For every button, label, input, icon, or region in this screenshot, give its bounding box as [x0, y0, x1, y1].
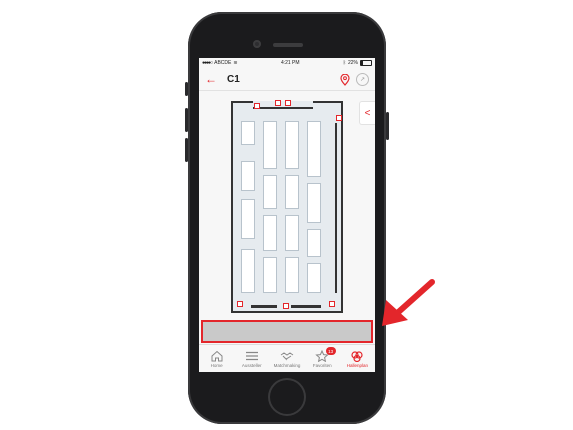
- battery-icon: [359, 60, 372, 66]
- red-arrow-annotation-icon: [382, 279, 435, 326]
- tab-aussteller[interactable]: Aussteller: [234, 345, 269, 372]
- phone-frame: ●●●●○ ABCDE ≋ 4:21 PM ᛒ 22% ← C1 ↗ < Hom…: [185, 12, 389, 424]
- volume-up-button: [185, 108, 188, 132]
- location-pin-icon[interactable]: [340, 73, 350, 86]
- nav-bar: ← C1 ↗: [199, 68, 375, 91]
- status-bar: ●●●●○ ABCDE ≋ 4:21 PM ᛒ 22%: [199, 58, 375, 68]
- status-time: 4:21 PM: [280, 60, 300, 66]
- stand[interactable]: [307, 229, 321, 257]
- page-title: C1: [227, 73, 240, 85]
- stand[interactable]: [241, 249, 255, 293]
- stand[interactable]: [285, 175, 299, 209]
- hall-exit-bottom: [251, 305, 277, 308]
- stand[interactable]: [263, 121, 277, 169]
- earpiece-speaker: [273, 43, 303, 47]
- hall-entrance-top: [253, 101, 313, 109]
- battery-percent: 22%: [347, 60, 358, 66]
- stand[interactable]: [307, 263, 321, 293]
- highlighted-empty-area: [201, 320, 373, 343]
- stand[interactable]: [285, 215, 299, 251]
- stand[interactable]: [263, 215, 277, 251]
- tab-matchmaking[interactable]: Matchmaking: [269, 345, 304, 372]
- stand[interactable]: [263, 257, 277, 293]
- back-button[interactable]: ←: [205, 73, 217, 85]
- map-marker[interactable]: [254, 103, 260, 109]
- tab-label: Matchmaking: [273, 363, 301, 368]
- stand[interactable]: [285, 121, 299, 169]
- mute-switch: [185, 82, 188, 96]
- tab-favoriten[interactable]: 13 Favoriten: [305, 345, 340, 372]
- tab-label: Aussteller: [241, 363, 262, 368]
- map-marker[interactable]: [283, 303, 289, 309]
- home-button[interactable]: [270, 380, 304, 414]
- map-marker[interactable]: [275, 100, 281, 106]
- map-marker[interactable]: [336, 115, 342, 121]
- map-marker[interactable]: [329, 301, 335, 307]
- hall-floorplan[interactable]: [231, 100, 343, 313]
- stand[interactable]: [285, 257, 299, 293]
- power-button: [386, 112, 389, 140]
- stand[interactable]: [307, 121, 321, 177]
- stand[interactable]: [241, 161, 255, 191]
- hall-map[interactable]: <: [199, 91, 375, 320]
- favorites-badge: 13: [325, 347, 336, 355]
- carrier-label: ABCDE: [214, 60, 232, 66]
- tab-label: Favoriten: [312, 363, 332, 368]
- compass-icon[interactable]: ↗: [356, 73, 369, 86]
- stand[interactable]: [241, 121, 255, 145]
- map-marker[interactable]: [237, 301, 243, 307]
- front-camera: [253, 40, 261, 48]
- hall-exit-bottom: [291, 305, 321, 308]
- list-icon: [245, 351, 258, 361]
- tab-home[interactable]: Home: [199, 345, 234, 372]
- tab-hallenplan[interactable]: Hallenplan: [340, 345, 375, 372]
- home-icon: [211, 350, 223, 362]
- tab-bar: Home Aussteller Matchmaking 13 Favoriten…: [199, 344, 375, 372]
- stand[interactable]: [241, 199, 255, 239]
- side-panel-toggle[interactable]: <: [359, 101, 375, 125]
- tab-label: Home: [210, 363, 223, 368]
- stand[interactable]: [263, 175, 277, 209]
- volume-down-button: [185, 138, 188, 162]
- tab-label: Hallenplan: [346, 363, 369, 368]
- hallplan-icon: [351, 351, 364, 362]
- stand[interactable]: [307, 183, 321, 223]
- signal-icon: ●●●●○: [202, 60, 213, 66]
- hall-inner-wall: [335, 123, 337, 293]
- bluetooth-icon: ᛒ: [342, 60, 346, 66]
- handshake-icon: [280, 352, 294, 361]
- wifi-icon: ≋: [233, 60, 238, 66]
- map-marker[interactable]: [285, 100, 291, 106]
- screen: ●●●●○ ABCDE ≋ 4:21 PM ᛒ 22% ← C1 ↗ < Hom…: [199, 58, 375, 372]
